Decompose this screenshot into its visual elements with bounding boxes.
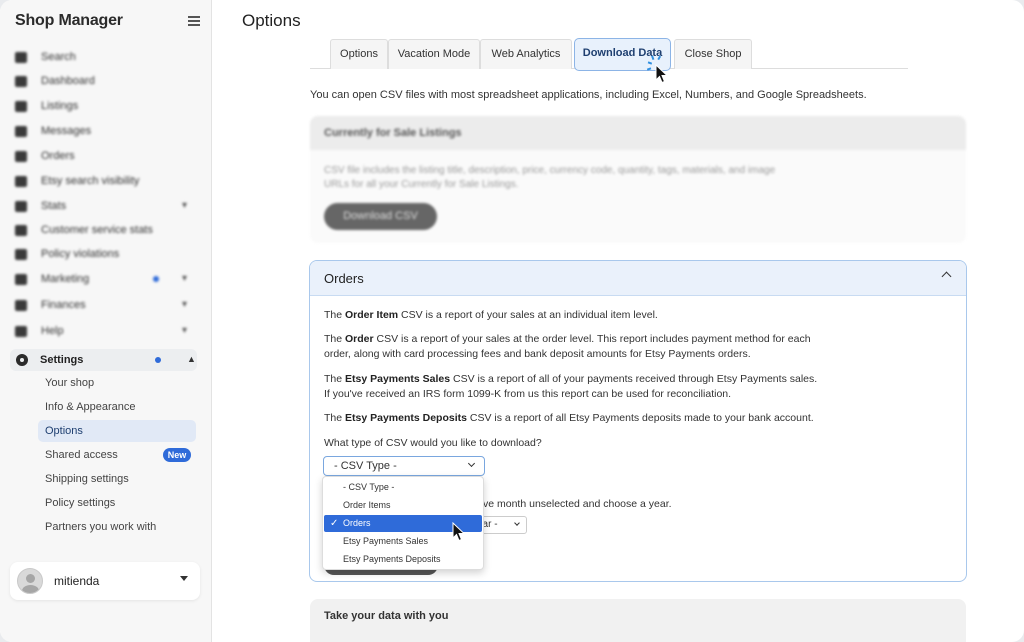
sidebar-item-shared-access[interactable]: Shared access	[45, 447, 118, 463]
chevron-down-icon: ▾	[181, 299, 187, 310]
order-item-description: The Order Item CSV is a report of your s…	[324, 309, 658, 321]
clipboard-icon	[15, 150, 27, 162]
sidebar-item-listings[interactable]: Listings	[15, 97, 195, 115]
mouse-cursor-icon	[655, 64, 669, 84]
payments-sales-description: The Etsy Payments Sales CSV is a report …	[324, 373, 818, 400]
sidebar-item-stats[interactable]: Stats ▾	[15, 197, 195, 215]
chevron-down-icon	[514, 520, 520, 526]
sidebar-item-marketing[interactable]: Marketing ▾	[15, 270, 195, 288]
csv-type-question: What type of CSV would you like to downl…	[324, 437, 542, 449]
take-data-card: Take your data with you	[310, 599, 966, 642]
order-description: The Order CSV is a report of your sales …	[324, 333, 811, 360]
download-csv-button[interactable]: Download CSV	[324, 203, 437, 230]
sidebar-item-shipping[interactable]: Shipping settings	[45, 471, 129, 487]
listings-card-description: CSV file includes the listing title, des…	[324, 165, 776, 190]
sidebar-item-your-shop[interactable]: Your shop	[45, 375, 94, 391]
orders-card-header[interactable]: Orders	[310, 261, 966, 296]
binoculars-icon	[15, 175, 27, 187]
orders-card-title: Orders	[324, 271, 364, 286]
help-icon	[15, 325, 27, 337]
notification-dot	[153, 276, 159, 282]
month-year-instructions: ve month unselected and choose a year.	[483, 498, 672, 510]
sidebar-item-info-appearance[interactable]: Info & Appearance	[45, 399, 136, 415]
chevron-up-icon[interactable]	[941, 271, 952, 282]
page-title: Options	[242, 11, 301, 30]
bar-chart-icon	[15, 200, 27, 212]
sidebar-item-help[interactable]: Help ▾	[15, 322, 195, 340]
dropdown-option-order-items[interactable]: Order Items	[324, 497, 482, 514]
chevron-down-icon: ▾	[181, 200, 187, 211]
sidebar-item-policy-violations[interactable]: Policy violations	[15, 245, 195, 263]
chevron-up-icon: ▲	[187, 354, 196, 364]
listings-card: Currently for Sale Listings CSV file inc…	[310, 116, 966, 243]
bank-icon	[15, 299, 27, 311]
flag-icon	[15, 248, 27, 260]
new-badge: New	[163, 448, 191, 462]
csv-type-select[interactable]: - CSV Type -	[323, 456, 485, 476]
sidebar-item-dashboard[interactable]: Dashboard	[15, 72, 195, 90]
sidebar-item-search-visibility[interactable]: Etsy search visibility	[15, 172, 195, 190]
chevron-down-icon	[467, 459, 476, 468]
tab-vacation-mode[interactable]: Vacation Mode	[388, 39, 480, 69]
caret-down-icon	[180, 576, 188, 581]
sidebar-item-finances[interactable]: Finances ▾	[15, 296, 195, 314]
sidebar-item-settings[interactable]: Settings ▲	[10, 349, 197, 371]
sidebar: Shop Manager Search Dashboard Listings M…	[0, 0, 212, 642]
tab-bar: Options Vacation Mode Web Analytics Down…	[310, 38, 908, 71]
tab-options[interactable]: Options	[330, 39, 388, 69]
intro-text: You can open CSV files with most spreads…	[310, 89, 867, 101]
notification-dot	[155, 357, 161, 363]
tab-web-analytics[interactable]: Web Analytics	[480, 39, 572, 69]
sidebar-item-partners[interactable]: Partners you work with	[45, 519, 156, 535]
dropdown-option-csv-type[interactable]: - CSV Type -	[324, 479, 482, 496]
app-title: Shop Manager	[15, 12, 123, 29]
account-switcher[interactable]: mitienda	[10, 562, 200, 600]
payments-deposits-description: The Etsy Payments Deposits CSV is a repo…	[324, 412, 814, 424]
mouse-cursor-icon	[452, 522, 466, 542]
take-data-card-title: Take your data with you	[324, 610, 449, 622]
home-icon	[15, 75, 27, 87]
listings-card-title: Currently for Sale Listings	[310, 116, 966, 150]
megaphone-icon	[15, 273, 27, 285]
dropdown-option-payments-deposits[interactable]: Etsy Payments Deposits	[324, 551, 482, 568]
chevron-down-icon: ▾	[181, 325, 187, 336]
avatar	[17, 568, 43, 594]
tag-icon	[15, 100, 27, 112]
sidebar-item-messages[interactable]: Messages	[15, 122, 195, 140]
search-icon	[15, 51, 27, 63]
sidebar-item-customer-service[interactable]: Customer service stats	[15, 221, 195, 239]
app-window: Shop Manager Search Dashboard Listings M…	[0, 0, 1024, 642]
check-icon: ✓	[330, 518, 339, 529]
message-icon	[15, 125, 27, 137]
sidebar-item-orders[interactable]: Orders	[15, 147, 195, 165]
menu-icon[interactable]	[188, 16, 200, 26]
sidebar-item-search[interactable]: Search	[15, 48, 195, 66]
account-name: mitienda	[54, 574, 100, 588]
gear-icon	[16, 354, 28, 366]
sidebar-item-options[interactable]: Options	[45, 423, 83, 439]
tab-close-shop[interactable]: Close Shop	[674, 39, 752, 69]
chevron-down-icon: ▾	[181, 273, 187, 284]
sidebar-item-policy-settings[interactable]: Policy settings	[45, 495, 115, 511]
headset-icon	[15, 224, 27, 236]
